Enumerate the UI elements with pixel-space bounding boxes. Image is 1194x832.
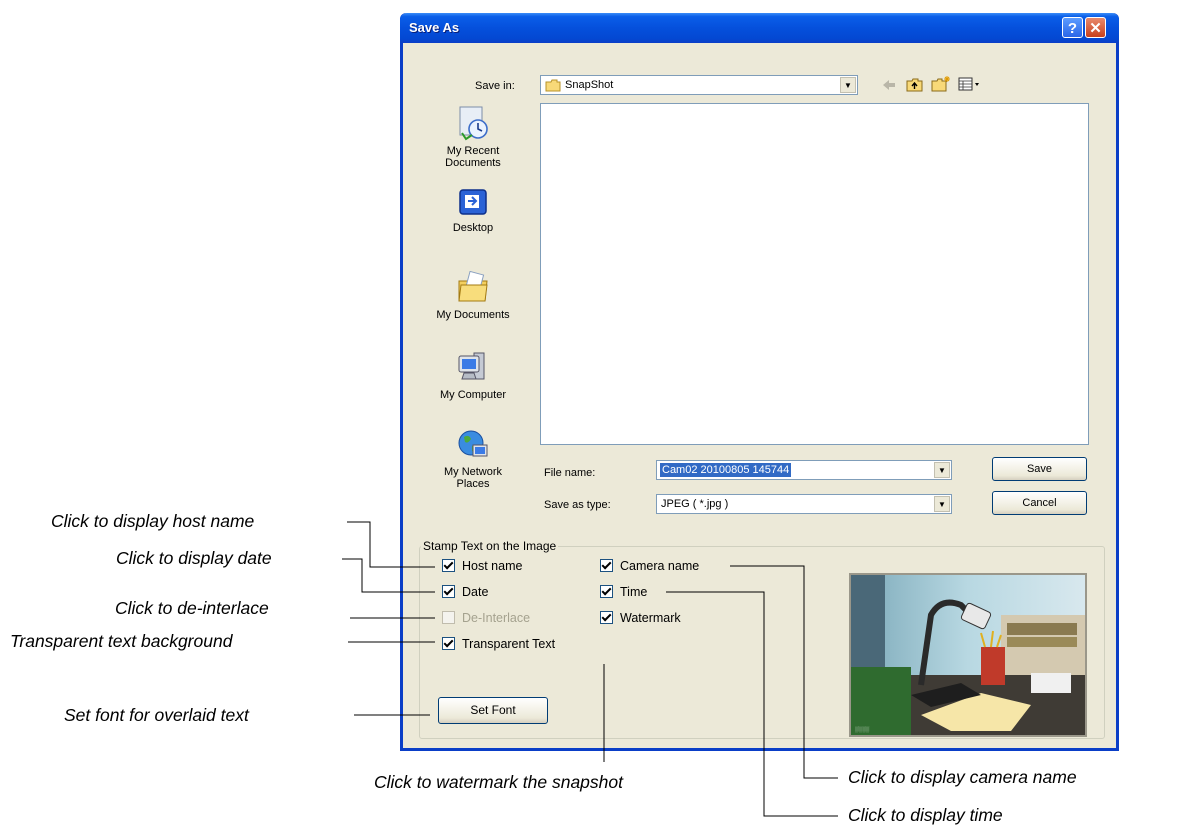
annotation-leader-lines: [342, 521, 838, 817]
